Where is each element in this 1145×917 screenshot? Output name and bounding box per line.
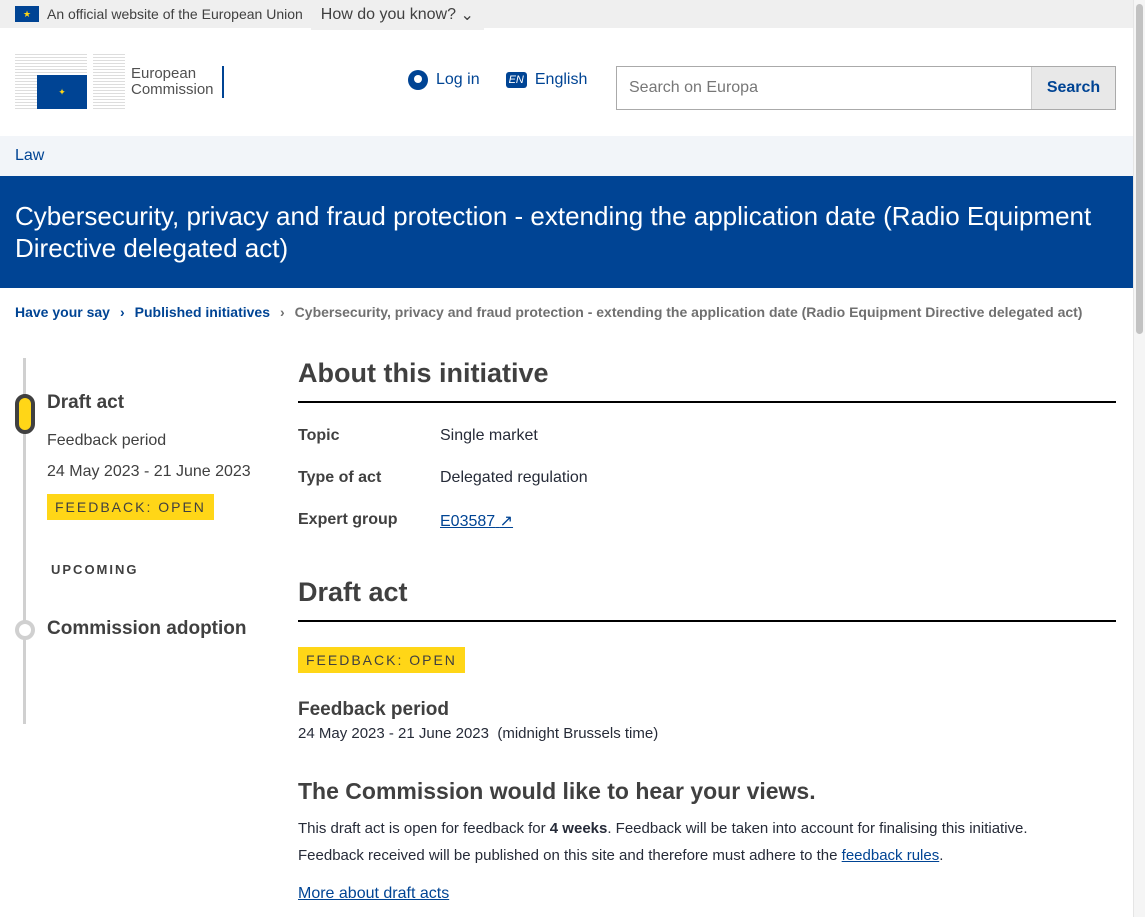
period-note: (midnight Brussels time) [497,725,659,742]
feedback-period: 24 May 2023 - 21 June 2023 (midnight Bru… [298,725,1116,742]
logo-building-right [93,54,125,110]
how-do-you-know-button[interactable]: How do you know? ⌄ [310,0,484,30]
text: . Feedback will be taken into account fo… [607,820,1028,837]
login-label: Log in [436,71,480,88]
search-input[interactable] [617,67,1031,109]
login-link[interactable]: Log in [408,70,480,90]
page-title: Cybersecurity, privacy and fraud protect… [0,176,1145,288]
language-label: English [534,71,588,88]
breadcrumb-published-initiatives[interactable]: Published initiatives [135,304,270,320]
logo-line1: European [131,65,197,82]
status-badge: FEEDBACK: OPEN [47,494,214,520]
status-badge: FEEDBACK: OPEN [298,647,465,673]
views-heading: The Commission would like to hear your v… [298,778,816,804]
site-name-bar: Law [0,136,1145,176]
site-header: ✦ European Commission Log in EN English Se… [0,28,1145,136]
eu-flag-icon: ★ [15,6,39,22]
row-value: Single market [440,427,538,444]
how-label: How do you know? [320,6,456,23]
ec-logo[interactable]: ✦ European Commission [15,54,224,110]
link-text: E03587 [440,513,496,530]
info-row: Type of act Delegated regulation [298,469,1116,487]
row-label: Expert group [298,511,398,528]
user-icon [408,70,428,90]
site-link-law[interactable]: Law [15,147,44,165]
breadcrumb-have-your-say[interactable]: Have your say [15,304,110,320]
search-form: Search [616,66,1116,110]
language-selector[interactable]: EN English [505,70,588,90]
breadcrumb-current: Cybersecurity, privacy and fraud protect… [294,304,1083,320]
text: . [939,847,944,864]
period-dates: 24 May 2023 - 21 June 2023 [298,725,489,742]
scrollbar[interactable] [1133,0,1145,917]
row-label: Type of act [298,469,382,486]
expert-group-link[interactable]: E03587 ↗ [440,511,513,531]
chevron-right-icon: › [119,304,125,320]
current-stage-marker [15,394,35,434]
rules-paragraph: Feedback received will be published on t… [298,842,1116,869]
feedback-paragraph: This draft act is open for feedback for … [298,815,1116,842]
upcoming-stage-marker [15,620,35,640]
logo-line2: Commission [131,81,214,98]
text: This draft act is open for feedback for [298,820,550,837]
official-text: An official website of the European Unio… [47,6,303,22]
logo-building-icon: ✦ [15,54,87,110]
search-button[interactable]: Search [1031,67,1115,109]
external-link-icon: ↗ [499,513,514,530]
chevron-down-icon: ⌄ [460,7,474,24]
text: Feedback received will be published on t… [298,847,842,864]
upcoming-label: UPCOMING [51,562,139,577]
row-label: Topic [298,427,340,444]
language-icon: EN [505,72,527,88]
stage-commission-adoption: Commission adoption [47,618,247,639]
draft-act-heading: Draft act [298,577,1116,622]
chevron-right-icon: › [280,304,285,320]
row-value: Delegated regulation [440,469,588,486]
info-row: Expert group E03587 ↗ [298,511,1116,531]
stage-sub: Feedback period [47,432,167,449]
info-row: Topic Single market [298,427,1116,445]
feedback-period-heading: Feedback period [298,699,449,720]
eu-official-bar: ★ An official website of the European Un… [0,0,1145,30]
more-about-draft-acts-link[interactable]: More about draft acts [298,885,449,902]
duration: 4 weeks [549,820,608,837]
main-content: About this initiative Topic Single market… [298,358,1116,903]
stage-draft-act: Draft act [47,392,125,413]
feedback-rules-link[interactable]: feedback rules [842,847,940,864]
about-heading: About this initiative [298,358,1116,403]
breadcrumb: Have your say › Published initiatives › Cy… [0,288,1145,320]
stage-dates: 24 May 2023 - 21 June 2023 [47,463,251,480]
